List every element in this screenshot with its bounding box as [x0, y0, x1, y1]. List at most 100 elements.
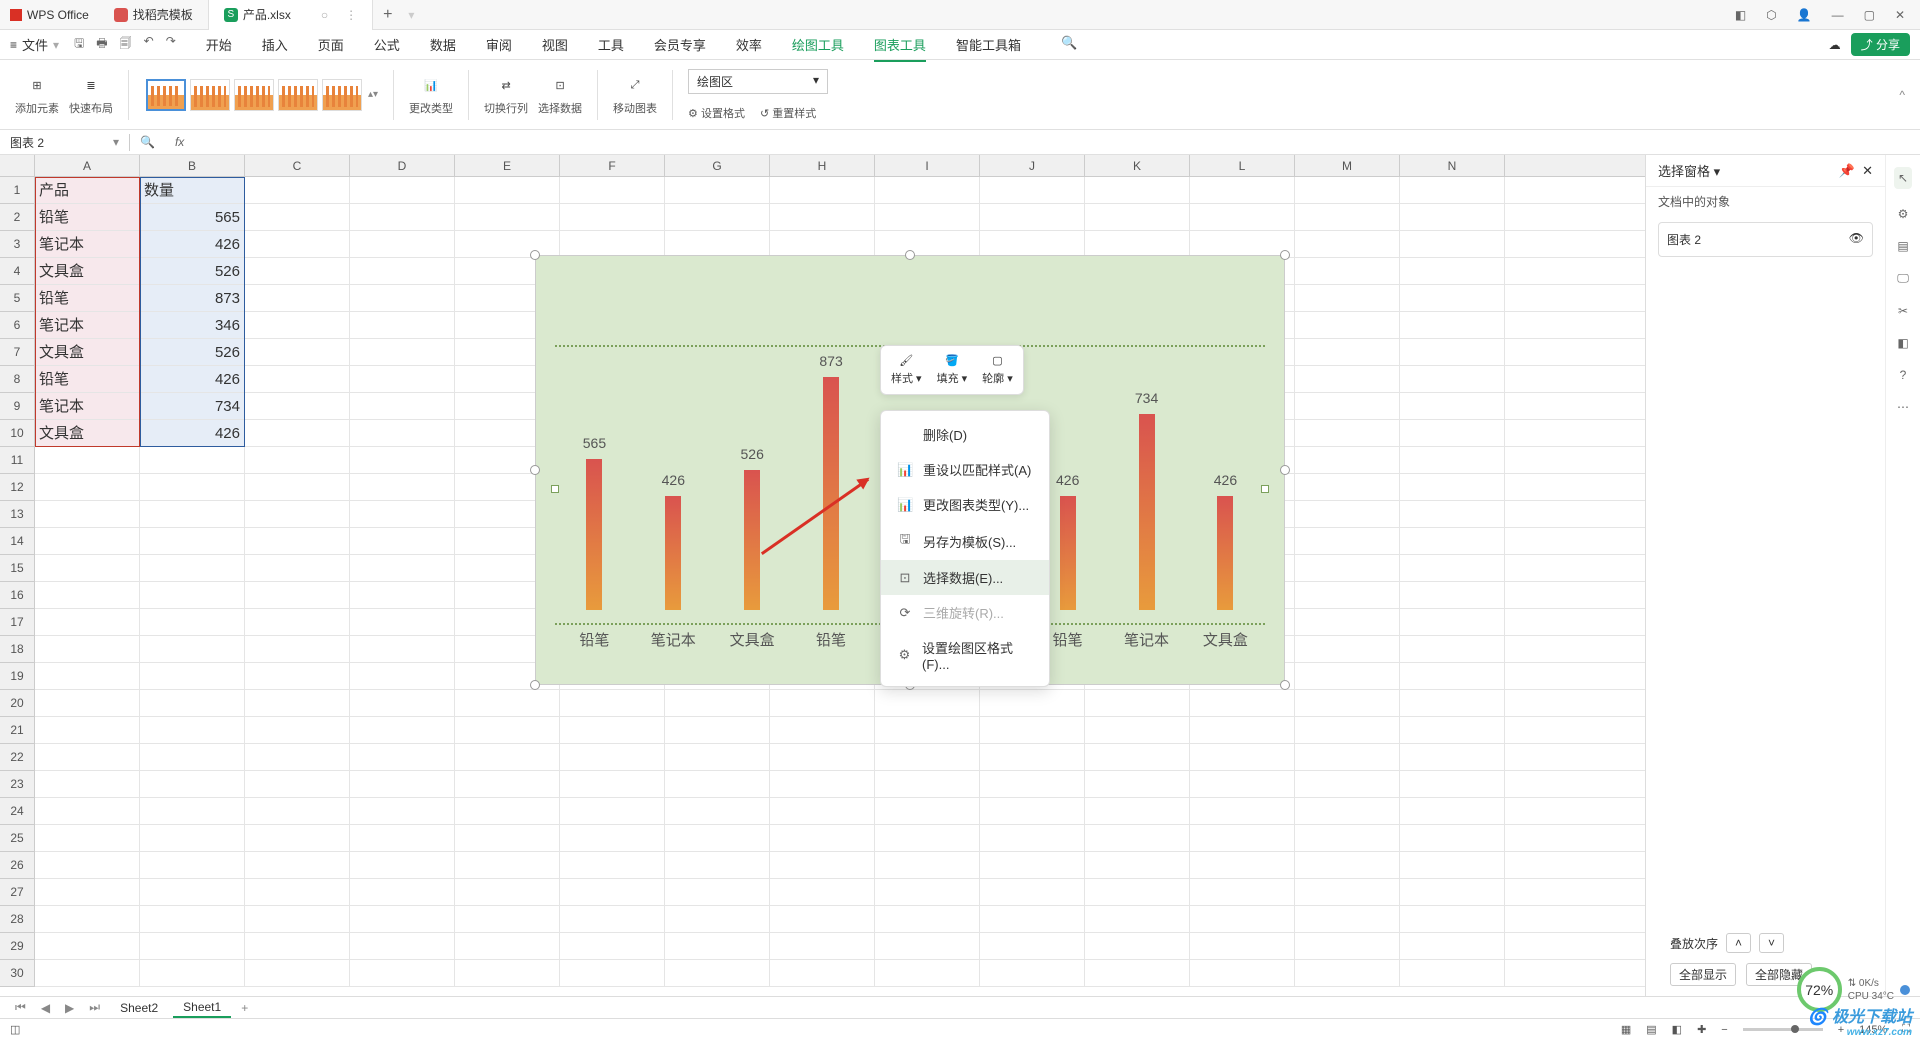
cell[interactable]	[875, 231, 980, 257]
cell[interactable]	[35, 960, 140, 986]
cell[interactable]	[35, 474, 140, 500]
tab-chart-tools[interactable]: 图表工具	[874, 35, 926, 62]
cell[interactable]	[1400, 933, 1505, 959]
cell[interactable]	[1190, 960, 1295, 986]
cell[interactable]	[455, 960, 560, 986]
cell[interactable]: 产品	[35, 177, 140, 203]
cell[interactable]	[140, 825, 245, 851]
minimize-button[interactable]: —	[1832, 8, 1844, 22]
cell[interactable]	[140, 798, 245, 824]
reset-style-button[interactable]: ↺ 重置样式	[760, 105, 816, 121]
cell[interactable]	[665, 771, 770, 797]
cell[interactable]	[1295, 339, 1400, 365]
row-header[interactable]: 15	[0, 555, 35, 582]
ribbon-collapse-icon[interactable]: ^	[1899, 88, 1905, 102]
menu-change-type[interactable]: 📊更改图表类型(Y)...	[881, 487, 1049, 522]
menu-reset-match[interactable]: 📊重设以匹配样式(A)	[881, 452, 1049, 487]
row-header[interactable]: 13	[0, 501, 35, 528]
cell[interactable]: 526	[140, 258, 245, 284]
cell[interactable]	[770, 744, 875, 770]
cell[interactable]	[1400, 231, 1505, 257]
chart-bar[interactable]	[823, 377, 839, 610]
cell[interactable]	[1295, 312, 1400, 338]
cell[interactable]	[245, 555, 350, 581]
cell[interactable]	[35, 663, 140, 689]
col-header[interactable]: A	[35, 155, 140, 176]
cell[interactable]	[1190, 906, 1295, 932]
cell[interactable]	[875, 177, 980, 203]
cell[interactable]	[35, 771, 140, 797]
cell[interactable]: 873	[140, 285, 245, 311]
cell[interactable]: 笔记本	[35, 393, 140, 419]
share-button[interactable]: ⤴ 分享	[1851, 33, 1910, 56]
cell[interactable]	[140, 771, 245, 797]
cell[interactable]: 426	[140, 420, 245, 446]
order-up[interactable]: ˄	[1726, 933, 1751, 953]
cell[interactable]	[245, 852, 350, 878]
sheet-nav-next[interactable]: ▶	[60, 1001, 79, 1015]
cell[interactable]	[245, 690, 350, 716]
cell[interactable]	[245, 744, 350, 770]
side-select-icon[interactable]: ↖	[1894, 167, 1912, 189]
cell[interactable]	[1295, 879, 1400, 905]
cell[interactable]	[1295, 528, 1400, 554]
tab-start[interactable]: 开始	[206, 35, 232, 54]
close-button[interactable]: ✕	[1895, 8, 1905, 22]
cell[interactable]	[35, 609, 140, 635]
cell[interactable]	[140, 528, 245, 554]
col-header[interactable]: M	[1295, 155, 1400, 176]
add-element-button[interactable]: ⊞添加元素	[15, 73, 59, 116]
cell[interactable]	[245, 177, 350, 203]
cell[interactable]	[245, 933, 350, 959]
cancel-fx-icon[interactable]: 🔍	[130, 135, 165, 149]
cell[interactable]	[455, 771, 560, 797]
cell[interactable]	[1295, 825, 1400, 851]
cell[interactable]	[665, 744, 770, 770]
cell[interactable]	[1295, 906, 1400, 932]
row-header[interactable]: 28	[0, 906, 35, 933]
cell[interactable]	[350, 582, 455, 608]
cell[interactable]	[35, 447, 140, 473]
col-header[interactable]: E	[455, 155, 560, 176]
cell[interactable]	[1085, 771, 1190, 797]
cell[interactable]	[1400, 312, 1505, 338]
cell[interactable]	[875, 717, 980, 743]
cell[interactable]	[1400, 447, 1505, 473]
cell[interactable]	[1400, 609, 1505, 635]
cell[interactable]	[1400, 285, 1505, 311]
cell[interactable]	[665, 906, 770, 932]
cell[interactable]	[245, 636, 350, 662]
cell[interactable]	[455, 744, 560, 770]
tab-insert[interactable]: 插入	[262, 35, 288, 54]
cell[interactable]	[35, 528, 140, 554]
cell[interactable]	[560, 744, 665, 770]
change-type-button[interactable]: 📊更改类型	[409, 73, 453, 116]
cell[interactable]	[560, 771, 665, 797]
side-layer-icon[interactable]: ▤	[1897, 239, 1908, 253]
add-sheet-button[interactable]: +	[236, 1001, 253, 1015]
chart-style-gallery[interactable]: ▴▾	[144, 79, 378, 111]
row-header[interactable]: 17	[0, 609, 35, 636]
cell[interactable]: 文具盒	[35, 258, 140, 284]
cell[interactable]	[350, 744, 455, 770]
cell[interactable]	[665, 825, 770, 851]
cell[interactable]	[1400, 393, 1505, 419]
cell[interactable]	[1085, 204, 1190, 230]
view-layout-icon[interactable]: ◧	[1672, 1023, 1682, 1036]
cell[interactable]	[35, 906, 140, 932]
cell[interactable]	[980, 717, 1085, 743]
tab-page[interactable]: 页面	[318, 35, 344, 54]
menu-format-plot[interactable]: ⚙设置绘图区格式(F)...	[881, 630, 1049, 680]
sheet-nav-prev[interactable]: ◀	[36, 1001, 55, 1015]
col-header[interactable]: I	[875, 155, 980, 176]
row-header[interactable]: 23	[0, 771, 35, 798]
cell[interactable]	[770, 798, 875, 824]
cell[interactable]	[350, 906, 455, 932]
cell[interactable]	[770, 825, 875, 851]
cell[interactable]	[350, 231, 455, 257]
cell[interactable]	[140, 906, 245, 932]
cell[interactable]	[1085, 798, 1190, 824]
cell[interactable]	[1190, 879, 1295, 905]
set-format-button[interactable]: ⚙ 设置格式	[688, 105, 745, 121]
cell[interactable]	[455, 717, 560, 743]
